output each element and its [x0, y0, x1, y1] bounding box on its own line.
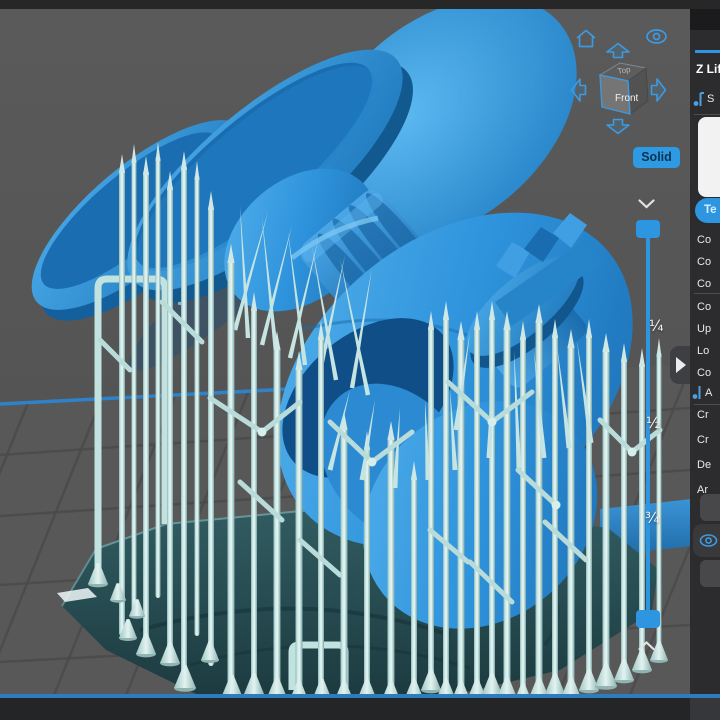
chevron-down-icon[interactable]	[637, 198, 656, 210]
setting-row[interactable]: Up	[697, 322, 711, 336]
bottom-bar	[0, 698, 690, 720]
setting-row[interactable]: De	[697, 458, 711, 472]
panel-action-button[interactable]	[700, 560, 720, 587]
setting-row[interactable]: Co	[697, 366, 711, 380]
advanced-support-icon	[692, 386, 701, 399]
view-cube[interactable]: Front Top	[592, 57, 654, 121]
settings-panel: Z Lift S Te Co Co Co Co Up Lo Co A Cr Cr…	[690, 0, 720, 698]
type-button[interactable]: Te	[695, 198, 720, 223]
setting-row[interactable]: Co	[697, 233, 711, 247]
advanced-settings-row[interactable]: A	[705, 386, 712, 400]
setting-row[interactable]: Co	[697, 277, 711, 291]
active-tab-indicator	[695, 50, 720, 53]
cube-front-label: Front	[615, 93, 639, 104]
view-eye-icon[interactable]	[643, 26, 670, 47]
rotate-left-arrow-icon[interactable]	[570, 77, 587, 103]
render-mode-solid-button[interactable]: Solid	[633, 147, 680, 168]
divider	[694, 293, 720, 294]
slicer-app-window: Front Top Solid ¼ ½ ¾ Z Lift S Te Co Co …	[0, 0, 720, 720]
setting-row[interactable]: Cr	[697, 408, 709, 422]
expand-panel-icon	[676, 357, 686, 373]
panel-footer	[690, 698, 720, 720]
panel-expand-handle[interactable]	[670, 346, 690, 384]
chevron-up-icon[interactable]	[637, 640, 656, 652]
setting-row[interactable]: Co	[697, 300, 711, 314]
home-icon[interactable]	[574, 28, 598, 50]
eye-icon	[699, 534, 718, 547]
setting-row[interactable]: Co	[697, 255, 711, 269]
top-bar	[0, 0, 720, 9]
divider	[694, 404, 720, 405]
z-range-slider-handle-bottom[interactable]	[636, 610, 660, 628]
visibility-toggle[interactable]	[693, 524, 720, 557]
setting-row[interactable]: Cr	[697, 433, 709, 447]
preset-dropdown[interactable]	[698, 117, 720, 197]
support-settings-row[interactable]: S	[707, 92, 714, 106]
divider	[694, 114, 720, 115]
slider-mark-half: ½	[646, 414, 661, 432]
panel-title: Z Lift	[696, 62, 720, 76]
z-range-slider-handle-top[interactable]	[636, 220, 660, 238]
slider-mark-three-quarter: ¾	[645, 509, 660, 527]
setting-row[interactable]: Lo	[697, 344, 709, 358]
panel-action-button[interactable]	[700, 494, 720, 521]
slider-mark-quarter: ¼	[649, 317, 664, 335]
support-icon	[693, 92, 704, 106]
